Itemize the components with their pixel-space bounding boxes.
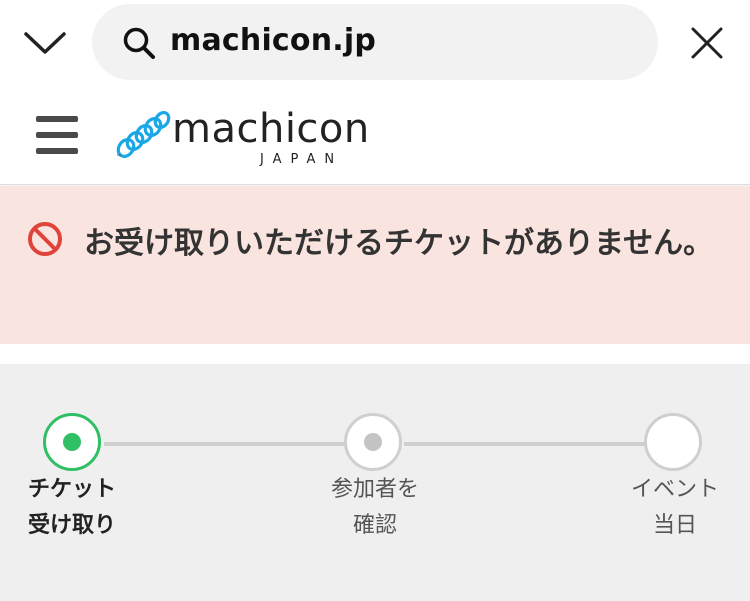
step-connector bbox=[104, 442, 346, 446]
step-2-indicator bbox=[344, 413, 402, 471]
site-header: ™ machicon JAPAN bbox=[0, 88, 750, 185]
step-1-dot bbox=[63, 433, 81, 451]
logo-trademark: ™ bbox=[116, 154, 122, 161]
step-3-label: イベント 当日 bbox=[630, 477, 719, 538]
alert-message: お受け取りいただけるチケットがありません。 bbox=[84, 226, 714, 261]
step-connector bbox=[404, 442, 646, 446]
step-1-indicator bbox=[43, 413, 101, 471]
logo-subtext: JAPAN bbox=[260, 152, 344, 167]
url-text: machicon.jp bbox=[170, 23, 377, 58]
coil-logo-icon bbox=[116, 110, 171, 158]
browser-toolbar: machicon.jp bbox=[0, 0, 750, 88]
step-3-indicator bbox=[644, 413, 702, 471]
search-icon bbox=[123, 27, 155, 59]
close-icon[interactable] bbox=[688, 24, 726, 62]
hamburger-menu-icon[interactable] bbox=[36, 116, 78, 156]
step-2-dot bbox=[364, 433, 382, 451]
machicon-logo[interactable]: ™ machicon JAPAN bbox=[114, 106, 369, 168]
error-alert: お受け取りいただけるチケットがありません。 bbox=[0, 186, 750, 344]
address-bar[interactable]: machicon.jp bbox=[92, 4, 658, 80]
step-1-label: チケット 受け取り bbox=[28, 477, 117, 538]
logo-text: machicon bbox=[172, 106, 370, 152]
chevron-down-icon[interactable] bbox=[22, 22, 68, 62]
step-2-label: 参加者を 確認 bbox=[330, 477, 419, 538]
progress-steps: チケット 受け取り 参加者を 確認 イベント 当日 bbox=[0, 364, 750, 601]
